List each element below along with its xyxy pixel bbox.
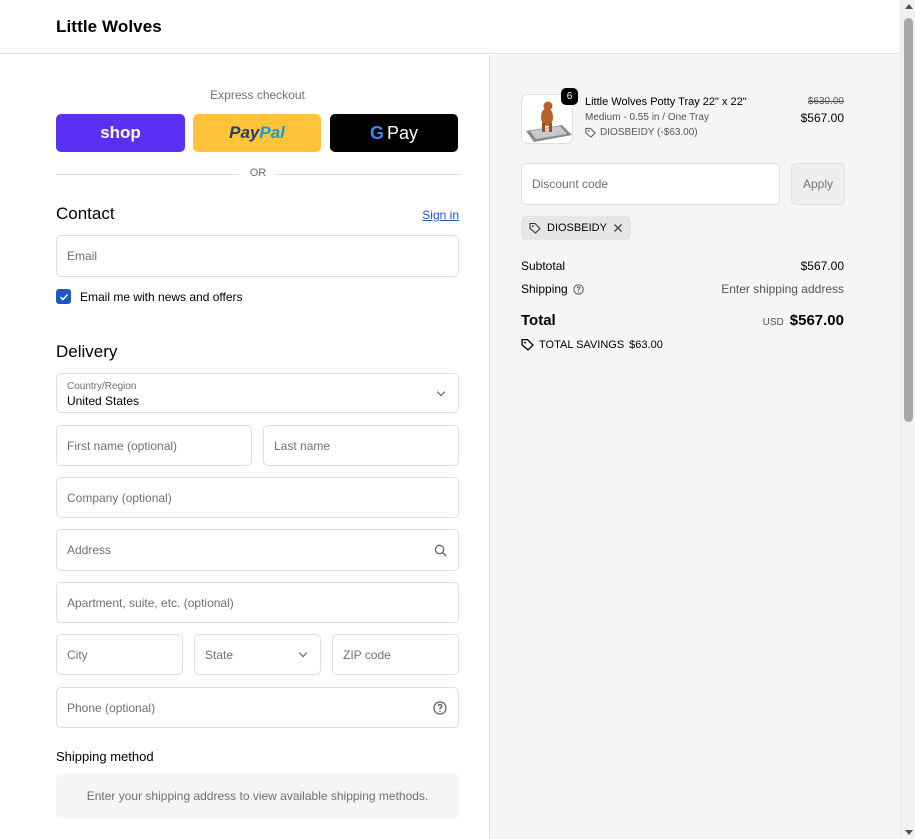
product-discount: DIOSBEIDY (-$63.00) [585, 127, 698, 138]
applied-discount-code: DIOSBEIDY [547, 222, 607, 234]
scroll-up-arrow-icon[interactable] [905, 4, 913, 9]
google-pay-label: Pay [386, 122, 419, 143]
total-label: Total [521, 312, 556, 329]
express-checkout-title: Express checkout [210, 88, 305, 102]
help-circle-icon[interactable] [572, 283, 584, 295]
checkout-form: Express checkout shop Pay Pal G Pay OR Co… [0, 55, 489, 839]
address-placeholder: Address [67, 543, 112, 557]
state-placeholder: State [205, 647, 234, 662]
chevron-down-icon [298, 648, 308, 658]
apartment-input[interactable]: Apartment, suite, etc. (optional) [56, 582, 459, 623]
sign-in-link[interactable]: Sign in [422, 208, 459, 222]
shipping-method-notice: Enter your shipping address to view avai… [56, 774, 459, 818]
tag-icon [521, 338, 534, 351]
shipping-method-message: Enter your shipping address to view avai… [86, 789, 429, 803]
company-placeholder: Company (optional) [67, 490, 172, 505]
discount-code-input[interactable]: Discount code [521, 163, 780, 205]
zip-placeholder: ZIP code [343, 647, 391, 662]
tag-icon [529, 222, 541, 234]
quantity-badge: 6 [561, 88, 578, 105]
last-name-placeholder: Last name [274, 438, 331, 453]
delivery-title: Delivery [56, 342, 118, 361]
close-icon[interactable] [613, 223, 623, 233]
contact-title: Contact [56, 204, 115, 223]
product-discount-text: DIOSBEIDY (-$63.00) [600, 127, 698, 138]
paypal-label-part1: Pay [229, 123, 260, 142]
shipping-label: Shipping [521, 282, 568, 296]
subtotal-label: Subtotal [521, 259, 566, 273]
help-circle-icon[interactable] [433, 701, 447, 715]
phone-input[interactable]: Phone (optional) [56, 687, 459, 728]
shipping-row-label: Shipping [521, 282, 584, 296]
subtotal-value: $567.00 [800, 259, 844, 273]
newsletter-label[interactable]: Email me with news and offers [80, 290, 243, 304]
google-g-icon: G [369, 122, 384, 143]
total-currency: USD [762, 317, 784, 328]
or-label: OR [239, 167, 277, 179]
header: Little Wolves [0, 0, 900, 54]
phone-placeholder: Phone (optional) [67, 700, 156, 715]
total-savings: TOTAL SAVINGS $63.00 [521, 338, 663, 351]
country-value: United States [67, 394, 140, 408]
scroll-thumb[interactable] [904, 18, 913, 422]
price-final: $567.00 [800, 111, 844, 125]
discount-code-placeholder: Discount code [532, 177, 609, 191]
tag-icon [585, 127, 596, 138]
scroll-down-arrow-icon[interactable] [905, 830, 913, 835]
apartment-placeholder: Apartment, suite, etc. (optional) [67, 595, 234, 610]
applied-discount-chip: DIOSBEIDY [521, 216, 631, 240]
search-icon [434, 544, 447, 557]
country-select[interactable]: Country/Region United States [56, 373, 459, 413]
last-name-input[interactable]: Last name [263, 425, 459, 466]
apply-discount-button[interactable]: Apply [791, 163, 845, 205]
savings-label: TOTAL SAVINGS [539, 338, 625, 351]
address-input[interactable]: Address [56, 529, 459, 571]
country-label: Country/Region [67, 381, 137, 392]
chevron-down-icon [436, 387, 446, 397]
first-name-input[interactable]: First name (optional) [56, 425, 252, 466]
zip-input[interactable]: ZIP code [332, 634, 459, 675]
brand-logo[interactable]: Little Wolves [56, 17, 162, 37]
shipping-method-title: Shipping method [56, 749, 154, 764]
first-name-placeholder: First name (optional) [67, 438, 178, 453]
paypal-button[interactable]: Pay Pal [193, 114, 321, 152]
newsletter-checkbox[interactable] [56, 289, 71, 304]
google-pay-button[interactable]: G Pay [330, 114, 458, 152]
state-select[interactable]: State [194, 634, 321, 675]
order-summary: 6 Little Wolves Potty Tray 22" x 22" Med… [489, 55, 900, 839]
city-placeholder: City [67, 647, 88, 662]
shop-pay-button[interactable]: shop [56, 114, 185, 152]
email-input[interactable]: Email [56, 235, 459, 277]
page-scrollbar[interactable] [900, 0, 915, 839]
paypal-label-part2: Pal [259, 123, 285, 142]
shop-pay-label: shop [100, 123, 141, 142]
product-title: Little Wolves Potty Tray 22" x 22" [585, 96, 747, 108]
product-variant: Medium - 0.55 in / One Tray [585, 112, 709, 123]
checkmark-icon [59, 293, 68, 301]
company-input[interactable]: Company (optional) [56, 477, 459, 518]
total-value: $567.00 [789, 312, 844, 329]
city-input[interactable]: City [56, 634, 183, 675]
total-amount: USD $567.00 [763, 312, 844, 329]
savings-value: $63.00 [629, 338, 663, 351]
email-placeholder: Email [67, 249, 98, 263]
price-original: $630.00 [807, 96, 844, 107]
shipping-value: Enter shipping address [721, 282, 844, 296]
